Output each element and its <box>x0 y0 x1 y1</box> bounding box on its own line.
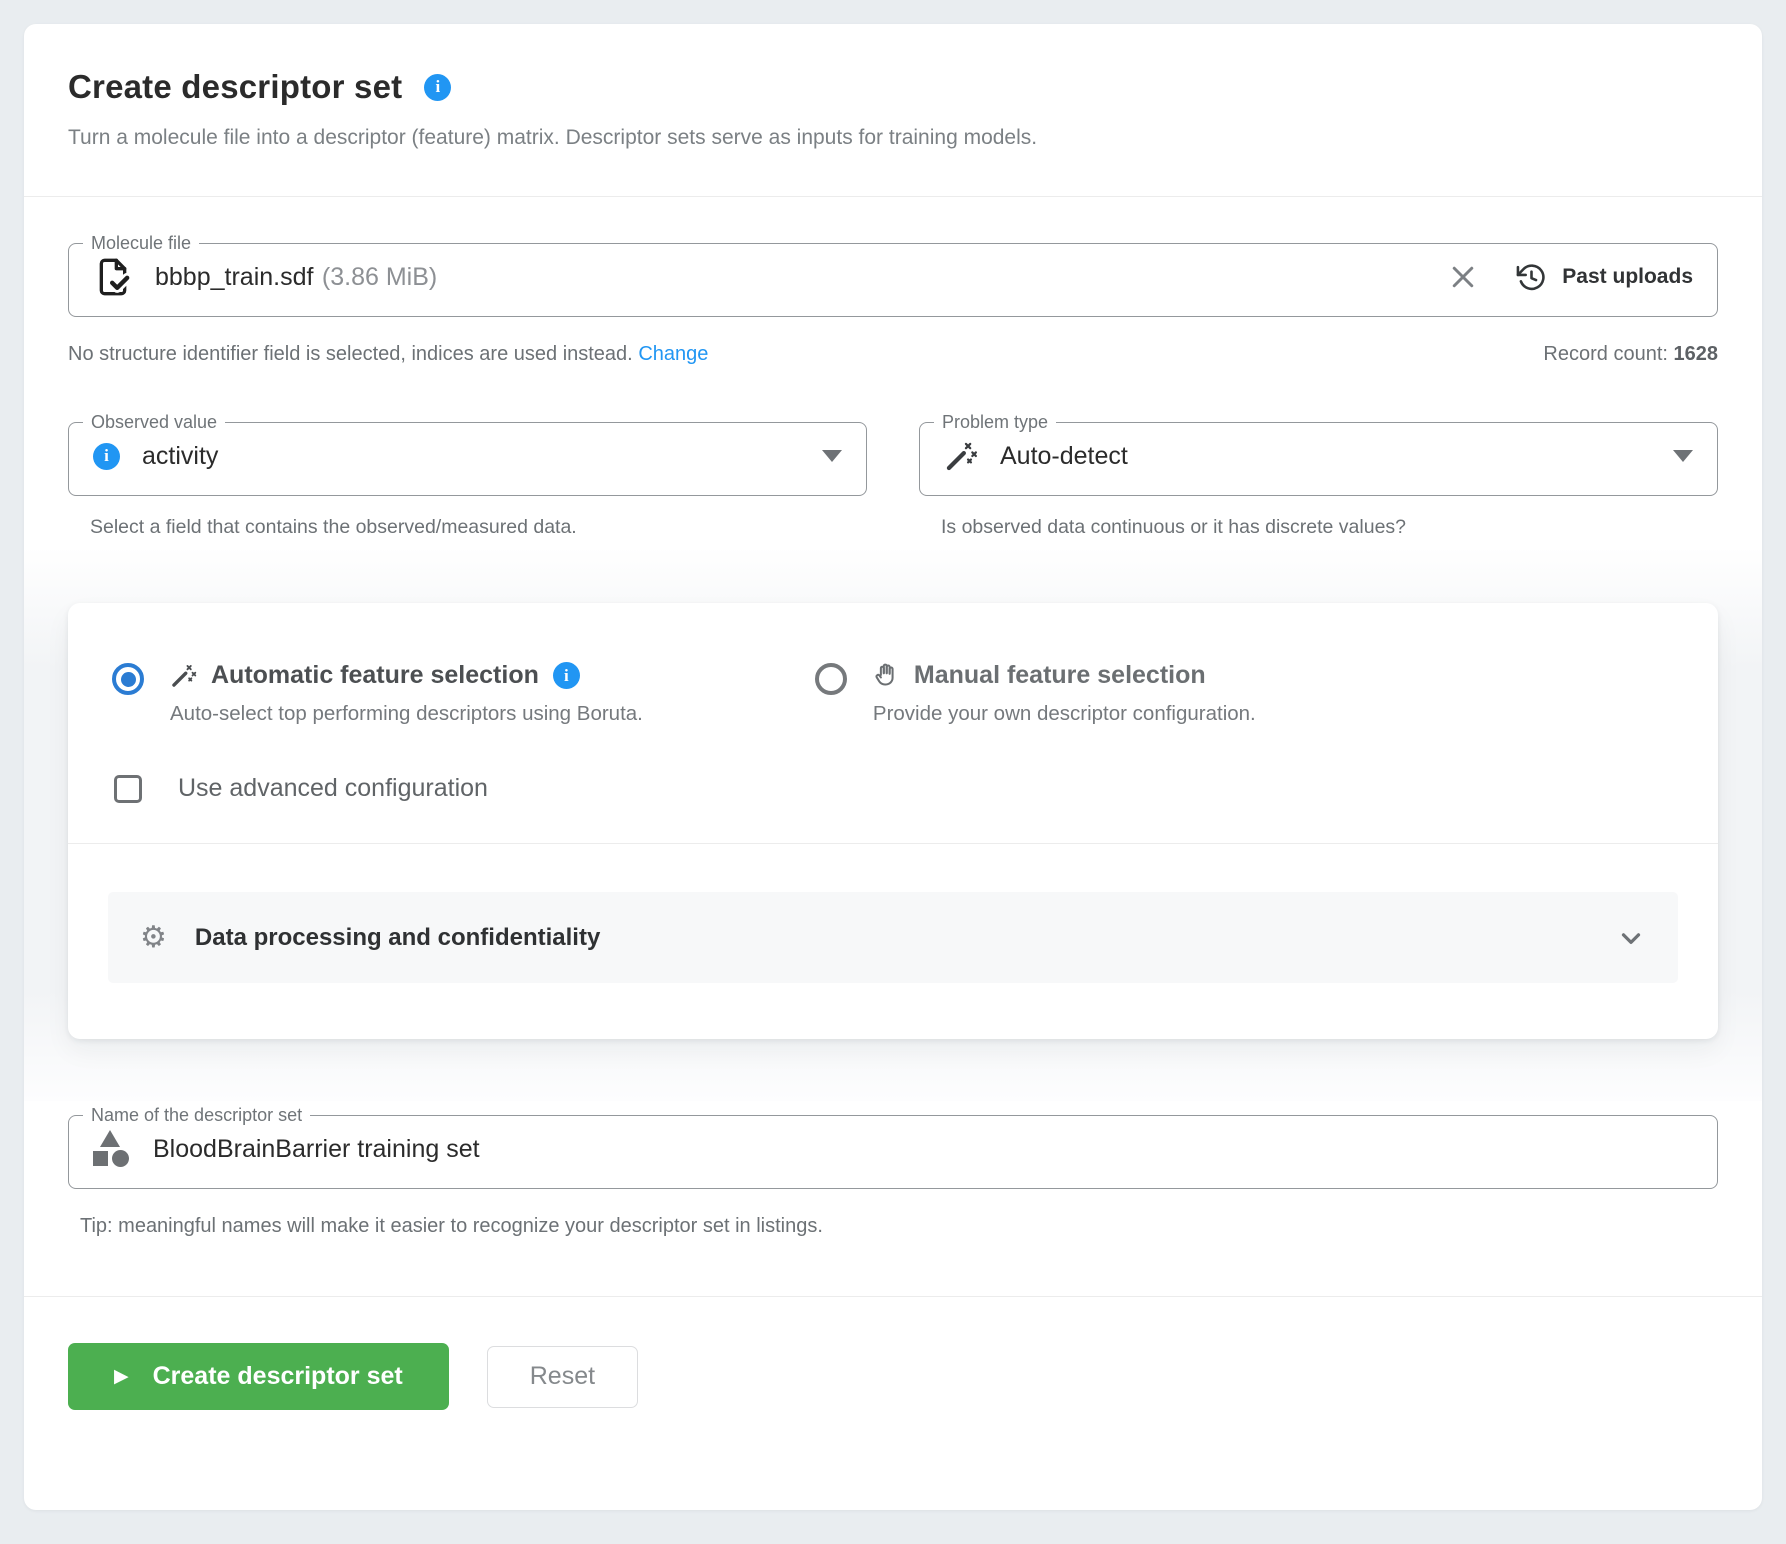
feature-selection-zone: Automatic feature selection i Auto-selec… <box>24 547 1762 1101</box>
manual-radio[interactable] <box>814 663 847 695</box>
observed-value-value: activity <box>142 441 219 470</box>
chevron-down-icon <box>1621 932 1641 944</box>
file-name: bbbp_train.sdf <box>155 262 314 291</box>
automatic-info-icon[interactable]: i <box>552 662 580 689</box>
shapes-icon <box>93 1130 131 1168</box>
problem-type-block: Problem type Auto-detect Is observed dat… <box>919 412 1718 539</box>
observed-value-info-icon[interactable]: i <box>93 442 120 470</box>
past-uploads-button[interactable]: Past uploads <box>1516 262 1693 293</box>
file-size: (3.86 MiB) <box>321 262 438 291</box>
descriptor-name-section: Name of the descriptor set Tip: meaningf… <box>24 1101 1762 1238</box>
page-header: Create descriptor set i Turn a molecule … <box>24 24 1762 197</box>
create-descriptor-set-card: Create descriptor set i Turn a molecule … <box>24 24 1762 1510</box>
play-icon: ▶ <box>114 1366 129 1387</box>
descriptor-name-tip: Tip: meaningful names will make it easie… <box>80 1215 823 1237</box>
past-uploads-label: Past uploads <box>1562 265 1693 288</box>
magic-wand-icon <box>172 665 197 687</box>
descriptor-name-field[interactable]: Name of the descriptor set <box>68 1105 1718 1189</box>
hand-icon <box>875 663 894 686</box>
observed-value-label: Observed value <box>91 412 218 432</box>
molecule-file-field[interactable]: Molecule file bbbp_train.sdf (3.86 MiB) <box>68 233 1718 317</box>
molecule-file-section: Molecule file bbbp_train.sdf (3.86 MiB) <box>24 197 1762 539</box>
create-descriptor-set-button[interactable]: ▶ Create descriptor set <box>68 1343 449 1410</box>
automatic-option-description: Auto-select top performing descriptors u… <box>170 702 643 725</box>
magic-wand-icon <box>946 442 978 471</box>
automatic-option-title: Automatic feature selection <box>211 661 539 689</box>
manual-option-description: Provide your own descriptor configuratio… <box>872 702 1256 725</box>
close-icon <box>1453 266 1474 288</box>
create-button-label: Create descriptor set <box>152 1362 403 1390</box>
problem-type-helper: Is observed data continuous or it has di… <box>941 516 1407 538</box>
chevron-down-icon <box>1673 450 1693 462</box>
title-info-icon[interactable]: i <box>424 73 452 101</box>
automatic-radio[interactable] <box>112 663 144 695</box>
advanced-configuration-checkbox[interactable] <box>114 774 142 803</box>
record-count: Record count: 1628 <box>1543 343 1718 366</box>
record-count-value: 1628 <box>1673 343 1719 365</box>
observed-value-select[interactable]: Observed value i activity <box>68 412 867 496</box>
data-processing-accordion[interactable]: ⚙ Data processing and confidentiality <box>108 892 1678 983</box>
file-check-icon <box>99 258 133 296</box>
identifier-note-text: No structure identifier field is selecte… <box>68 343 633 365</box>
molecule-file-label: Molecule file <box>91 233 192 253</box>
data-processing-label: Data processing and confidentiality <box>194 923 601 951</box>
feature-selection-card: Automatic feature selection i Auto-selec… <box>68 603 1718 1039</box>
record-count-label: Record count: <box>1543 343 1674 365</box>
gear-icon: ⚙ <box>140 920 167 954</box>
advanced-configuration-toggle[interactable]: Use advanced configuration <box>68 726 1718 843</box>
identifier-note: No structure identifier field is selecte… <box>68 343 708 366</box>
page-subtitle: Turn a molecule file into a descriptor (… <box>68 126 1038 149</box>
actions-row: ▶ Create descriptor set Reset <box>24 1297 1762 1410</box>
advanced-configuration-label: Use advanced configuration <box>178 774 488 802</box>
clear-file-button[interactable] <box>1448 262 1478 292</box>
descriptor-name-label: Name of the descriptor set <box>91 1105 303 1125</box>
observed-value-block: Observed value i activity Select a field… <box>68 412 867 539</box>
page-title: Create descriptor set <box>68 68 403 105</box>
chevron-down-icon <box>822 450 842 462</box>
change-identifier-link[interactable]: Change <box>638 343 708 365</box>
problem-type-label: Problem type <box>942 412 1049 432</box>
observed-value-helper: Select a field that contains the observe… <box>90 516 577 538</box>
selected-file: bbbp_train.sdf (3.86 MiB) <box>155 263 437 292</box>
automatic-feature-option[interactable]: Automatic feature selection i Auto-selec… <box>112 661 815 726</box>
history-icon <box>1516 263 1545 290</box>
manual-feature-option[interactable]: Manual feature selection Provide your ow… <box>814 661 1674 726</box>
manual-option-title: Manual feature selection <box>913 661 1206 689</box>
reset-button[interactable]: Reset <box>486 1345 639 1408</box>
descriptor-name-input[interactable] <box>153 1134 1693 1164</box>
problem-type-select[interactable]: Problem type Auto-detect <box>919 412 1718 496</box>
problem-type-value: Auto-detect <box>1000 441 1128 470</box>
